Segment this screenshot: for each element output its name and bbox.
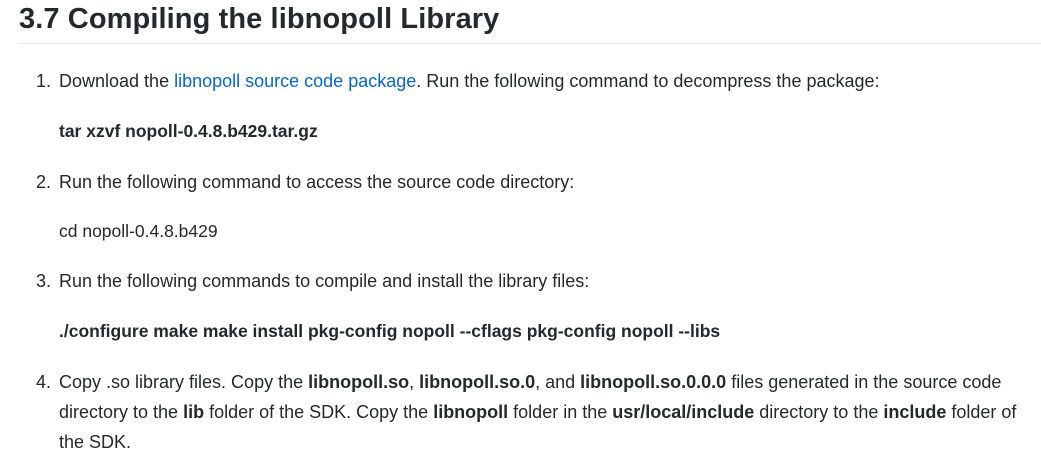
step-4-text-part: , — [409, 372, 420, 392]
step-4-text-part: , and — [535, 372, 581, 392]
step-4-text-part: directory to the — [754, 402, 884, 422]
folder-name-include: include — [883, 402, 947, 422]
file-name-libnopoll-so-0: libnopoll.so.0 — [419, 372, 536, 392]
directory-path-usr-local-include: usr/local/include — [612, 402, 755, 422]
step-4-number: 4. — [36, 372, 52, 392]
step-3-command: ./configure make make install pkg-config… — [59, 321, 721, 341]
step-1-number: 1. — [36, 71, 52, 91]
step-2-number: 2. — [36, 172, 52, 192]
file-name-libnopoll-so: libnopoll.so — [308, 372, 410, 392]
step-2: 2. Run the following command to access t… — [36, 167, 1026, 197]
step-4-text: Copy .so library files. Copy the libnopo… — [59, 367, 1034, 457]
step-1: 1. Download the libnopoll source code pa… — [36, 66, 1026, 96]
step-4-text-part: Copy .so library files. Copy the — [59, 372, 309, 392]
step-2-command: cd nopoll-0.4.8.b429 — [59, 221, 218, 241]
folder-name-lib: lib — [183, 402, 205, 422]
file-name-libnopoll-so-0-0-0: libnopoll.so.0.0.0 — [580, 372, 727, 392]
step-3-number: 3. — [36, 271, 52, 291]
step-1-text-post: . Run the following command to decompres… — [416, 71, 880, 91]
document-page: 3.7 Compiling the libnopoll Library 1. D… — [0, 0, 1041, 465]
step-3: 3. Run the following commands to compile… — [36, 266, 1026, 296]
step-1-text: Download the libnopoll source code packa… — [59, 66, 1034, 96]
step-1-text-pre: Download the — [59, 71, 175, 91]
heading-divider — [19, 43, 1041, 44]
folder-name-libnopoll: libnopoll — [433, 402, 509, 422]
source-package-link[interactable]: libnopoll source code package — [174, 71, 416, 91]
step-4: 4. Copy .so library files. Copy the libn… — [36, 367, 1026, 452]
step-3-text: Run the following commands to compile an… — [59, 271, 590, 291]
step-4-text-part: folder in the — [508, 402, 613, 422]
step-4-text-part: folder of the SDK. Copy the — [204, 402, 434, 422]
step-1-command: tar xzvf nopoll-0.4.8.b429.tar.gz — [59, 121, 318, 141]
step-2-text: Run the following command to access the … — [59, 172, 575, 192]
section-heading: 3.7 Compiling the libnopoll Library — [19, 3, 500, 35]
